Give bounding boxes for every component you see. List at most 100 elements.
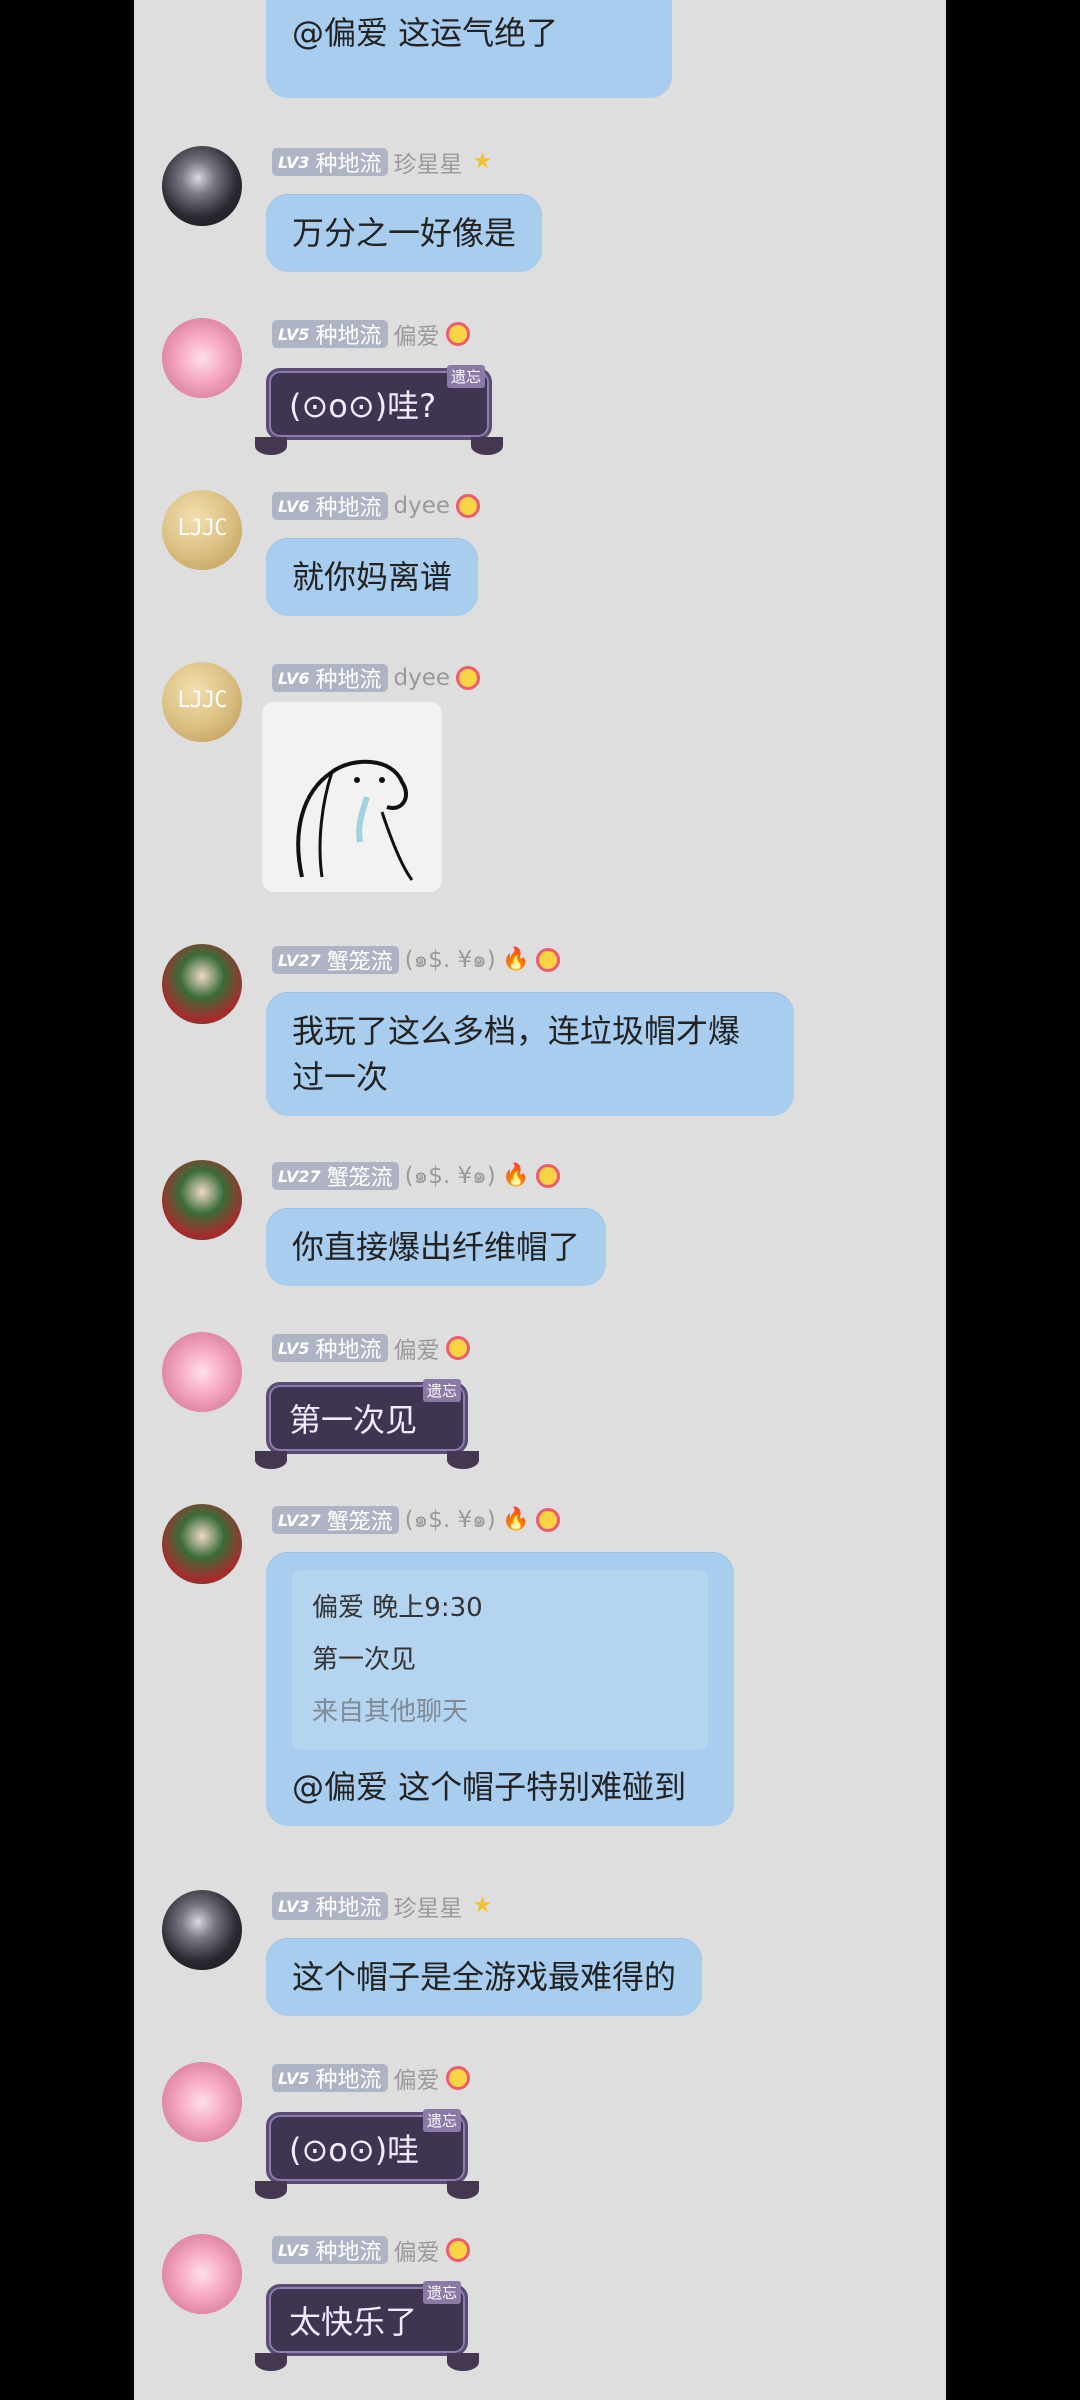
message-meta: LV6 种地流 dyee	[272, 490, 481, 522]
wing-decoration	[255, 1451, 287, 1469]
smile-badge-icon	[445, 322, 470, 346]
quote-source: 来自其他聊天	[312, 1697, 469, 1727]
message-text: 你直接爆出纤维帽了	[292, 1228, 581, 1266]
smile-badge-icon	[535, 948, 560, 972]
level-badge: LV3 种地流	[272, 148, 388, 177]
level-badge: LV27 蟹笼流	[272, 946, 399, 975]
level-badge: LV5 种地流	[272, 320, 388, 349]
level-badge: LV6 种地流	[272, 664, 388, 693]
sender-name[interactable]: 偏爱	[394, 317, 440, 351]
message-text: 第一次见	[289, 1401, 418, 1439]
avatar[interactable]	[162, 1890, 242, 1970]
sticker-message[interactable]: 第一次见 遗忘	[255, 1379, 479, 1469]
avatar[interactable]	[162, 318, 242, 398]
quote-text: 第一次见	[312, 1645, 417, 1675]
fire-icon: 🔥	[502, 947, 530, 972]
message-text: 万分之一好像是	[292, 214, 517, 252]
avatar[interactable]	[162, 944, 242, 1024]
wing-decoration	[255, 2181, 287, 2199]
message-meta: LV27 蟹笼流 (๑$. ¥๑) 🔥	[272, 1160, 560, 1192]
message-bubble[interactable]: @偏爱 这运气绝了	[266, 0, 672, 98]
smile-badge-icon	[456, 666, 481, 690]
message-meta: LV5 种地流 偏爱	[272, 2234, 470, 2266]
level-badge: LV6 种地流	[272, 492, 388, 521]
chat-screen: @偏爱 这运气绝了 LV3 种地流 珍星星 ★ 万分之一好像是 LV5 种地流 偏爱…	[134, 0, 946, 2400]
tag-badge: 遗忘	[422, 1379, 461, 1402]
sender-name[interactable]: (๑$. ¥๑)	[405, 942, 496, 978]
avatar[interactable]: LJJC	[162, 490, 242, 570]
smile-badge-icon	[535, 1508, 560, 1532]
sender-name[interactable]: 偏爱	[394, 2233, 440, 2267]
wing-decoration	[471, 437, 503, 455]
sender-name[interactable]: 偏爱	[394, 2061, 440, 2095]
quote-author: 偏爱	[312, 1593, 365, 1623]
smile-badge-icon	[535, 1164, 560, 1188]
level-badge: LV3 种地流	[272, 1892, 388, 1921]
avatar[interactable]	[162, 2234, 242, 2314]
level-badge: LV27 蟹笼流	[272, 1162, 399, 1191]
level-badge: LV5 种地流	[272, 1334, 388, 1363]
message-meta: LV5 种地流 偏爱	[272, 318, 470, 350]
avatar[interactable]: LJJC	[162, 662, 242, 742]
sticker-message[interactable]: (⊙o⊙)哇 遗忘	[255, 2109, 479, 2199]
cartoon-sticker-image	[296, 759, 414, 881]
wing-decoration	[255, 437, 287, 455]
message-meta: LV5 种地流 偏爱	[272, 1332, 470, 1364]
message-meta: LV27 蟹笼流 (๑$. ¥๑) 🔥	[272, 944, 560, 976]
tag-badge: 遗忘	[422, 2281, 461, 2304]
message-text: @偏爱 这个帽子特别难碰到	[292, 1768, 687, 1806]
sender-name[interactable]: dyee	[394, 665, 451, 691]
fire-icon: 🔥	[502, 1163, 530, 1188]
sender-name[interactable]: (๑$. ¥๑)	[405, 1502, 496, 1538]
fire-icon: 🔥	[502, 1507, 530, 1532]
smile-badge-icon	[456, 494, 481, 518]
sender-name[interactable]: dyee	[394, 493, 451, 519]
smile-badge-icon	[445, 1336, 470, 1360]
star-icon: ★	[472, 149, 493, 174]
message-text: 就你妈离谱	[292, 558, 453, 596]
smile-badge-icon	[445, 2066, 470, 2090]
level-badge: LV27 蟹笼流	[272, 1506, 399, 1535]
wing-decoration	[255, 2353, 287, 2371]
message-text: 太快乐了	[289, 2303, 418, 2341]
message-meta: LV3 种地流 珍星星 ★	[272, 1890, 497, 1922]
message-text: (⊙o⊙)哇?	[289, 387, 437, 425]
message-meta: LV27 蟹笼流 (๑$. ¥๑) 🔥	[272, 1504, 560, 1536]
wing-decoration	[447, 1451, 479, 1469]
message-text: @偏爱 这运气绝了	[292, 14, 559, 52]
wing-decoration	[447, 2181, 479, 2199]
message-bubble[interactable]: 我玩了这么多档，连垃圾帽才爆过一次	[266, 992, 794, 1116]
level-badge: LV5 种地流	[272, 2064, 388, 2093]
avatar[interactable]	[162, 1332, 242, 1412]
smile-badge-icon	[445, 2238, 470, 2262]
avatar[interactable]	[162, 1504, 242, 1584]
sender-name[interactable]: 偏爱	[394, 1331, 440, 1365]
message-bubble[interactable]: 你直接爆出纤维帽了	[266, 1208, 607, 1286]
wing-decoration	[447, 2353, 479, 2371]
sender-name[interactable]: (๑$. ¥๑)	[405, 1158, 496, 1194]
message-text: 这个帽子是全游戏最难得的	[292, 1958, 677, 1996]
star-icon: ★	[472, 1893, 493, 1918]
tag-badge: 遗忘	[446, 365, 485, 388]
message-meta: LV5 种地流 偏爱	[272, 2062, 470, 2094]
message-bubble[interactable]: 万分之一好像是	[266, 194, 543, 272]
message-text: (⊙o⊙)哇	[289, 2131, 420, 2169]
image-message[interactable]	[262, 702, 442, 892]
quoted-message[interactable]: 偏爱 晚上9:30 第一次见 来自其他聊天	[292, 1570, 708, 1750]
avatar[interactable]	[162, 1160, 242, 1240]
quote-message-bubble[interactable]: 偏爱 晚上9:30 第一次见 来自其他聊天 @偏爱 这个帽子特别难碰到	[266, 1552, 734, 1826]
message-meta: LV6 种地流 dyee	[272, 662, 481, 694]
message-bubble[interactable]: 就你妈离谱	[266, 538, 479, 616]
message-meta: LV3 种地流 珍星星 ★	[272, 146, 497, 178]
sticker-message[interactable]: 太快乐了 遗忘	[255, 2281, 479, 2371]
tag-badge: 遗忘	[422, 2109, 461, 2132]
avatar[interactable]	[162, 146, 242, 226]
sender-name[interactable]: 珍星星	[394, 145, 463, 179]
sender-name[interactable]: 珍星星	[394, 1889, 463, 1923]
level-badge: LV5 种地流	[272, 2236, 388, 2265]
avatar[interactable]	[162, 2062, 242, 2142]
message-bubble[interactable]: 这个帽子是全游戏最难得的	[266, 1938, 703, 2016]
sticker-message[interactable]: (⊙o⊙)哇? 遗忘	[255, 365, 503, 455]
quote-time: 晚上9:30	[372, 1593, 483, 1623]
message-text: 我玩了这么多档，连垃圾帽才爆过一次	[292, 1012, 741, 1096]
